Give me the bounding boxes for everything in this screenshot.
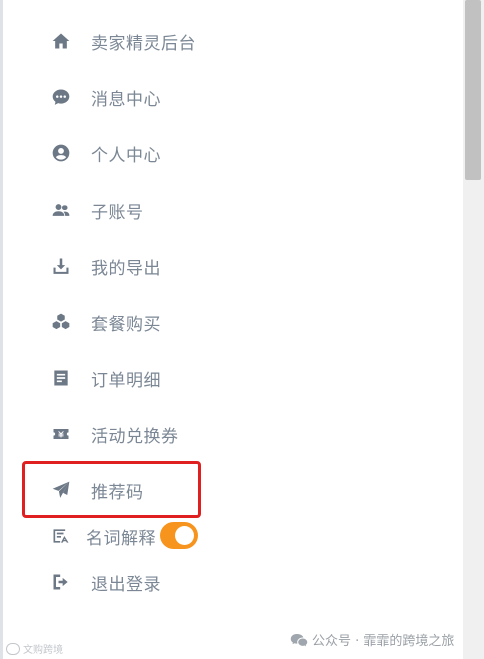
- menu-item-label: 子账号: [91, 202, 144, 223]
- menu-item-label: 消息中心: [91, 89, 161, 110]
- download-icon: [50, 255, 72, 277]
- menu-item-messages[interactable]: 消息中心: [50, 83, 161, 111]
- menu-item-label: 订单明细: [91, 370, 161, 391]
- menu-item-label: 退出登录: [91, 574, 161, 595]
- watermark-corner: 文购跨境: [6, 641, 63, 656]
- menu-item-label: 名词解释: [86, 528, 156, 549]
- menu-item-my-exports[interactable]: 我的导出: [50, 252, 161, 280]
- toggle-knob: [175, 526, 194, 545]
- highlight-annotation-box: [22, 461, 201, 518]
- menu-item-label: 套餐购买: [91, 314, 161, 335]
- watermark-corner-text: 文购跨境: [23, 645, 63, 656]
- menu-item-plan-purchase[interactable]: 套餐购买: [50, 308, 161, 336]
- menu-item-label: 个人中心: [91, 145, 161, 166]
- menu-item-coupons[interactable]: 活动兑换券: [50, 420, 179, 448]
- watermark-wechat: 公众号 · 霏霏的跨境之旅: [290, 630, 454, 649]
- user-menu-panel: 卖家精灵后台 消息中心 个人中心 子账号 我的导出 套餐购买 订单明细 活动兑换…: [0, 0, 463, 659]
- users-icon: [50, 199, 72, 221]
- menu-item-label: 我的导出: [91, 258, 161, 279]
- wechat-icon: [290, 633, 308, 646]
- sign-out-icon: [50, 571, 72, 593]
- menu-item-seller-dashboard[interactable]: 卖家精灵后台: [50, 27, 196, 55]
- menu-item-logout[interactable]: 退出登录: [50, 568, 161, 596]
- panel-left-border: [0, 0, 3, 659]
- menu-item-sub-accounts[interactable]: 子账号: [50, 196, 144, 224]
- menu-item-order-details[interactable]: 订单明细: [50, 364, 161, 392]
- file-list-icon: [50, 367, 72, 389]
- chat-bubble-icon: [50, 86, 72, 108]
- watermark-text: 公众号 · 霏霏的跨境之旅: [312, 634, 455, 649]
- ticket-icon: [50, 423, 72, 445]
- glossary-toggle-switch[interactable]: [160, 522, 198, 549]
- user-circle-icon: [50, 142, 72, 164]
- home-icon: [50, 30, 72, 52]
- menu-item-glossary[interactable]: 名词解释: [50, 522, 156, 550]
- scrollbar-thumb[interactable]: [465, 0, 481, 180]
- watermark-logo-icon: [6, 642, 20, 655]
- menu-item-profile[interactable]: 个人中心: [50, 139, 161, 167]
- cubes-icon: [50, 311, 72, 333]
- menu-item-label: 活动兑换券: [91, 426, 179, 447]
- glossary-icon: [50, 525, 72, 547]
- menu-item-label: 卖家精灵后台: [91, 33, 196, 54]
